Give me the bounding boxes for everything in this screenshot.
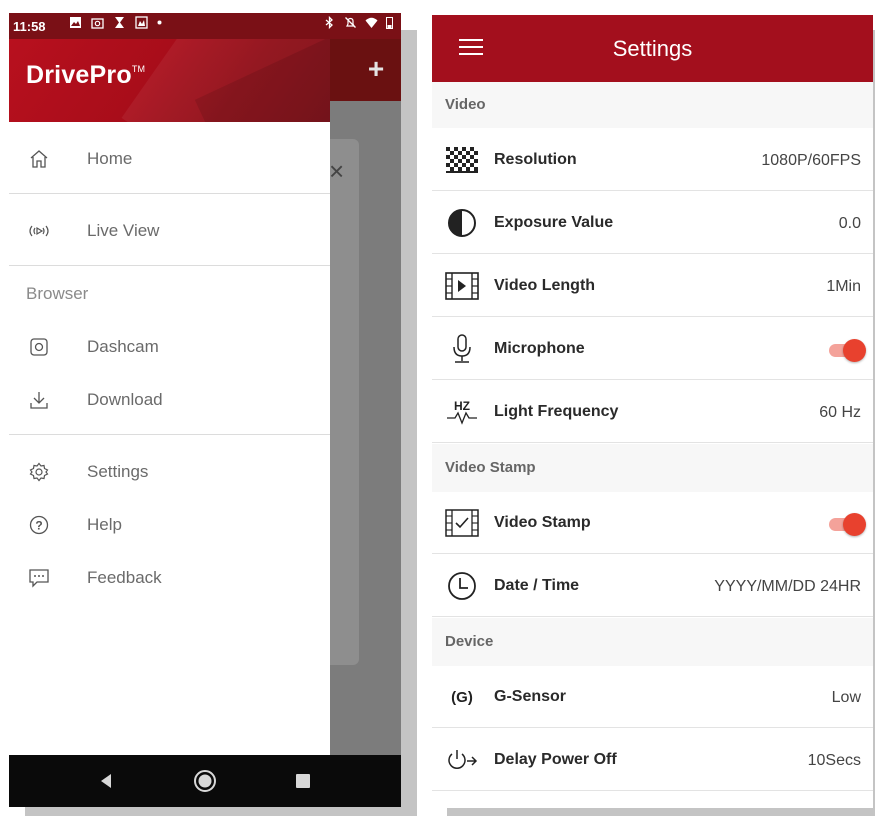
- svg-text:(G): (G): [451, 689, 473, 706]
- section-header-device: Device: [432, 618, 873, 666]
- drawer-header: DriveProTM: [9, 39, 330, 122]
- nav-label: Help: [87, 515, 122, 534]
- setting-row-resolution[interactable]: Resolution 1080P/60FPS: [432, 129, 873, 191]
- gallery-notification-icon: [135, 16, 148, 29]
- exposure-icon: [445, 207, 479, 239]
- setting-row-exposure-value[interactable]: Exposure Value 0.0: [432, 192, 873, 254]
- clock-icon: [445, 570, 479, 602]
- feedback-icon: [27, 566, 51, 590]
- nav-label: Dashcam: [87, 337, 159, 356]
- dot-notification-icon: [157, 20, 162, 25]
- svg-text:HZ: HZ: [454, 399, 470, 413]
- setting-label: Light Frequency: [494, 403, 619, 420]
- battery-icon: [386, 17, 393, 29]
- svg-text:?: ?: [35, 519, 42, 533]
- light-frequency-icon: HZ: [445, 396, 479, 428]
- nav-item-live-view[interactable]: Live View: [9, 207, 330, 255]
- video-stamp-icon: [445, 507, 479, 539]
- video-length-icon: [445, 270, 479, 302]
- nav-item-feedback[interactable]: Feedback: [9, 554, 330, 602]
- home-icon: [27, 147, 51, 171]
- setting-row-video-length[interactable]: Video Length 1Min: [432, 255, 873, 317]
- section-header-video-stamp: Video Stamp: [432, 444, 873, 492]
- nav-item-help[interactable]: ? Help: [9, 501, 330, 549]
- camera-notification-icon: [91, 18, 104, 29]
- setting-row-date-time[interactable]: Date / Time YYYY/MM/DD 24HR: [432, 555, 873, 617]
- setting-label: Exposure Value: [494, 214, 614, 231]
- resolution-icon: [445, 144, 479, 176]
- setting-value: YYYY/MM/DD 24HR: [714, 578, 861, 595]
- right-phone-screen: Settings Video Resolution 1080P/60FPS Ex…: [432, 15, 873, 808]
- mute-icon: [345, 17, 356, 28]
- nav-label: Download: [87, 390, 163, 409]
- nav-label: Feedback: [87, 568, 162, 587]
- bluetooth-icon: [325, 16, 333, 29]
- add-button[interactable]: +: [364, 55, 388, 83]
- setting-value: 1Min: [826, 278, 861, 295]
- app-bar: Settings: [432, 15, 873, 82]
- g-sensor-icon: (G): [445, 681, 479, 713]
- home-button-icon[interactable]: [193, 769, 217, 793]
- setting-label: G-Sensor: [494, 688, 567, 705]
- divider: [9, 434, 330, 435]
- divider: [9, 193, 330, 194]
- image-notification-icon: [70, 17, 81, 28]
- wifi-icon: [365, 17, 378, 28]
- setting-label: Video Length: [494, 277, 596, 294]
- setting-row-delay-power-off[interactable]: Delay Power Off 10Secs: [432, 729, 873, 791]
- nav-label: Live View: [87, 221, 160, 240]
- divider: [9, 265, 330, 266]
- setting-value: 60 Hz: [819, 404, 861, 421]
- gear-icon: [27, 460, 51, 484]
- setting-label: Delay Power Off: [494, 751, 617, 768]
- setting-value: Low: [831, 689, 861, 706]
- microphone-toggle[interactable]: [829, 339, 866, 362]
- nav-item-home[interactable]: Home: [9, 135, 330, 183]
- setting-row-partial[interactable]: [432, 792, 873, 808]
- navigation-drawer: DriveProTM Home Live View Browser Dashca…: [9, 13, 330, 755]
- status-time: 11:58: [13, 19, 46, 34]
- setting-row-video-stamp[interactable]: Video Stamp: [432, 492, 873, 554]
- nav-item-download[interactable]: Download: [9, 376, 330, 424]
- setting-label: Date / Time: [494, 577, 580, 594]
- setting-row-light-frequency[interactable]: HZ Light Frequency 60 Hz: [432, 381, 873, 443]
- setting-row-g-sensor[interactable]: (G) G-Sensor Low: [432, 666, 873, 728]
- live-view-icon: [27, 219, 51, 243]
- status-bar: 11:58: [9, 13, 401, 39]
- download-icon: [27, 388, 51, 412]
- setting-row-microphone[interactable]: Microphone: [432, 318, 873, 380]
- hourglass-notification-icon: [115, 17, 124, 28]
- section-header-video: Video: [432, 82, 873, 128]
- setting-label: Video Stamp: [494, 514, 591, 531]
- recents-icon[interactable]: [291, 769, 315, 793]
- setting-value: 0.0: [838, 215, 861, 232]
- left-phone-screen: + × DriveProTM Home Live View Browser Da…: [9, 13, 401, 807]
- setting-label: Microphone: [494, 340, 585, 357]
- help-icon: ?: [27, 513, 51, 537]
- nav-label: Home: [87, 149, 133, 168]
- nav-item-settings[interactable]: Settings: [9, 448, 330, 496]
- nav-label: Settings: [87, 462, 149, 481]
- back-icon[interactable]: [94, 769, 118, 793]
- setting-value: 1080P/60FPS: [761, 152, 861, 169]
- browser-section-header: Browser: [26, 284, 89, 303]
- close-icon: ×: [329, 156, 345, 186]
- video-stamp-toggle[interactable]: [829, 513, 866, 536]
- dashcam-icon: [27, 335, 51, 359]
- setting-label: Resolution: [494, 151, 577, 168]
- nav-item-dashcam[interactable]: Dashcam: [9, 323, 330, 371]
- microphone-icon: [445, 333, 479, 365]
- setting-value: 10Secs: [807, 752, 861, 769]
- power-delay-icon: [445, 744, 479, 776]
- brand-logo: DriveProTM: [26, 61, 146, 89]
- android-navigation-bar: [9, 755, 401, 807]
- page-title: Settings: [612, 36, 693, 61]
